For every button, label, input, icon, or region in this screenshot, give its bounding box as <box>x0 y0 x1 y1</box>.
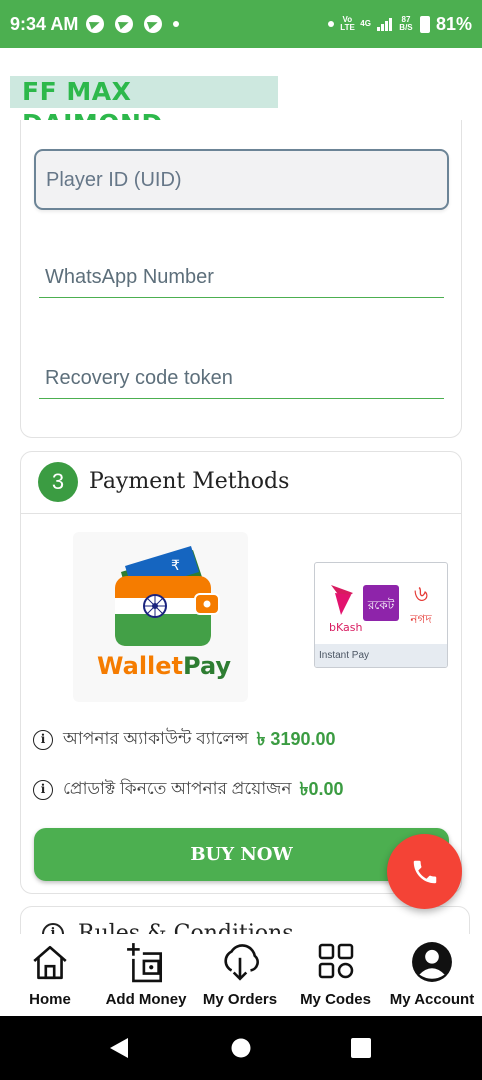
instant-pay-option[interactable]: bKash রকেট ৬ নগদ Instant Pay <box>314 562 448 668</box>
home-icon <box>33 945 67 980</box>
nav-label: My Orders <box>202 991 278 1008</box>
speed-indicator: 87 B/S <box>398 16 414 32</box>
brand-title: FF MAX DAIMOND <box>10 76 278 138</box>
whatsapp-number-input[interactable]: WhatsApp Number <box>39 258 444 298</box>
download-icon <box>224 944 259 981</box>
recents-icon[interactable] <box>350 1037 372 1059</box>
recovery-code-input[interactable]: Recovery code token <box>39 359 444 399</box>
speed-unit: B/S <box>399 23 413 32</box>
back-icon[interactable] <box>108 1036 130 1060</box>
step-number-badge: 3 <box>38 462 78 502</box>
bottom-nav: Home Add Money My Orders My Codes My Acc… <box>0 934 482 1016</box>
svg-text:WalletPay: WalletPay <box>97 652 231 680</box>
battery-icon <box>419 15 430 33</box>
account-info-card: Player ID (UID) WhatsApp Number Recovery… <box>20 120 462 438</box>
info-icon: i <box>33 730 53 750</box>
payment-header: 3 Payment Methods <box>21 452 461 514</box>
player-id-input[interactable]: Player ID (UID) <box>34 149 449 210</box>
signal-icon <box>376 17 392 31</box>
wallet-name-part2: Pay <box>183 652 231 680</box>
account-icon <box>412 942 452 982</box>
telegram-icon <box>144 15 163 33</box>
balance-label: আপনার অ্যাকাউন্ট ব্যালেন্স <box>63 729 249 748</box>
required-amount-row: i প্রোডাক্ট কিনতে আপনার প্রয়োজন ৳0.00 <box>33 777 344 803</box>
add-money-icon <box>127 943 163 983</box>
required-label: প্রোডাক্ট কিনতে আপনার প্রয়োজন <box>63 779 292 798</box>
balance-value: ৳ 3190.00 <box>256 728 336 749</box>
walletpay-option[interactable]: ₹ WalletPay <box>73 532 248 702</box>
payment-methods-card: 3 Payment Methods ₹ WalletPay bKash রকেট… <box>20 451 462 894</box>
telegram-icon <box>115 15 134 33</box>
phone-icon <box>413 860 436 883</box>
battery-percent: 81% <box>435 13 472 34</box>
nav-my-orders[interactable]: My Orders <box>194 934 286 1016</box>
status-time: 9:34 AM <box>10 13 79 34</box>
system-nav-bar <box>0 1016 482 1080</box>
nav-label: My Codes <box>300 991 371 1008</box>
call-button[interactable] <box>387 834 462 909</box>
bkash-label: bKash <box>329 621 362 634</box>
status-bar: 9:34 AM Vo LTE 4G 87 B/S 81% <box>0 0 482 48</box>
payment-title: Payment Methods <box>89 469 290 494</box>
svg-text:৬: ৬ <box>414 582 428 607</box>
nagad-label: নগদ <box>409 612 432 626</box>
wallet-icon: ₹ WalletPay <box>97 546 231 680</box>
info-icon: i <box>33 780 53 800</box>
rocket-label: রকেট <box>367 598 395 612</box>
svg-text:₹: ₹ <box>171 558 180 574</box>
grid-icon <box>318 943 353 979</box>
volte-indicator: Vo LTE <box>340 15 355 32</box>
network-type: 4G <box>360 19 371 28</box>
nav-my-codes[interactable]: My Codes <box>288 934 383 1016</box>
nav-label: My Account <box>389 991 475 1008</box>
balance-row: i আপনার অ্যাকাউন্ট ব্যালেন্স ৳ 3190.00 <box>33 727 336 753</box>
wallet-name-part1: Wallet <box>97 652 183 680</box>
nav-add-money[interactable]: Add Money <box>98 934 194 1016</box>
telegram-icon <box>86 15 105 33</box>
notification-dot-icon <box>173 21 180 27</box>
mobile-banking-logos-icon: bKash রকেট ৬ নগদ <box>329 582 432 634</box>
instant-pay-label: Instant Pay <box>315 644 447 667</box>
home-circle-icon[interactable] <box>230 1037 252 1059</box>
status-icons: Vo LTE 4G 87 B/S 81% <box>328 14 472 35</box>
nav-home[interactable]: Home <box>2 934 98 1016</box>
nav-my-account[interactable]: My Account <box>384 934 480 1016</box>
notification-dot-icon <box>328 21 335 27</box>
required-value: ৳0.00 <box>299 778 344 799</box>
nav-label: Home <box>29 991 71 1008</box>
nav-label: Add Money <box>105 991 187 1008</box>
